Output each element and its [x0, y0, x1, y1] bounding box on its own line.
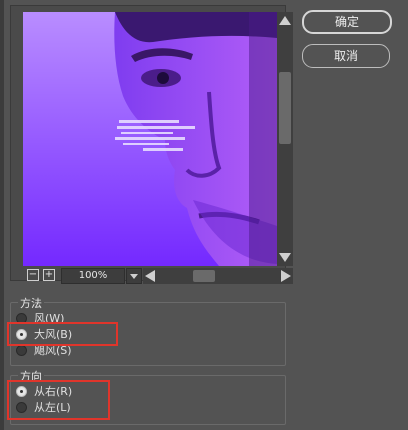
horizontal-scroll-thumb[interactable]	[193, 270, 215, 282]
preview-image[interactable]	[23, 12, 277, 266]
preview-frame: − + 100%	[10, 5, 293, 284]
zoom-in-icon[interactable]: +	[43, 269, 55, 281]
radio-icon[interactable]	[16, 345, 27, 356]
preview-vertical-scrollbar[interactable]	[277, 12, 293, 266]
highlight-box-method	[7, 322, 118, 346]
zoom-bar: − + 100%	[23, 268, 293, 284]
scroll-up-icon[interactable]	[279, 16, 291, 25]
scroll-right-icon[interactable]	[281, 270, 291, 282]
option-label: 飓风(S)	[34, 344, 72, 357]
left-edge	[0, 0, 4, 430]
method-group-title: 方法	[18, 295, 44, 311]
scroll-left-icon[interactable]	[145, 270, 155, 282]
highlight-box-direction	[7, 380, 110, 420]
preview-photo	[23, 12, 277, 266]
zoom-level-field[interactable]: 100%	[61, 268, 125, 284]
dropdown-arrow-icon[interactable]	[126, 268, 142, 284]
cancel-button[interactable]: 取消	[302, 44, 390, 68]
ok-button[interactable]: 确定	[302, 10, 392, 34]
preview-horizontal-scrollbar[interactable]	[143, 268, 293, 284]
zoom-out-icon[interactable]: −	[27, 269, 39, 281]
vertical-scroll-thumb[interactable]	[279, 72, 291, 144]
scroll-down-icon[interactable]	[279, 253, 291, 262]
